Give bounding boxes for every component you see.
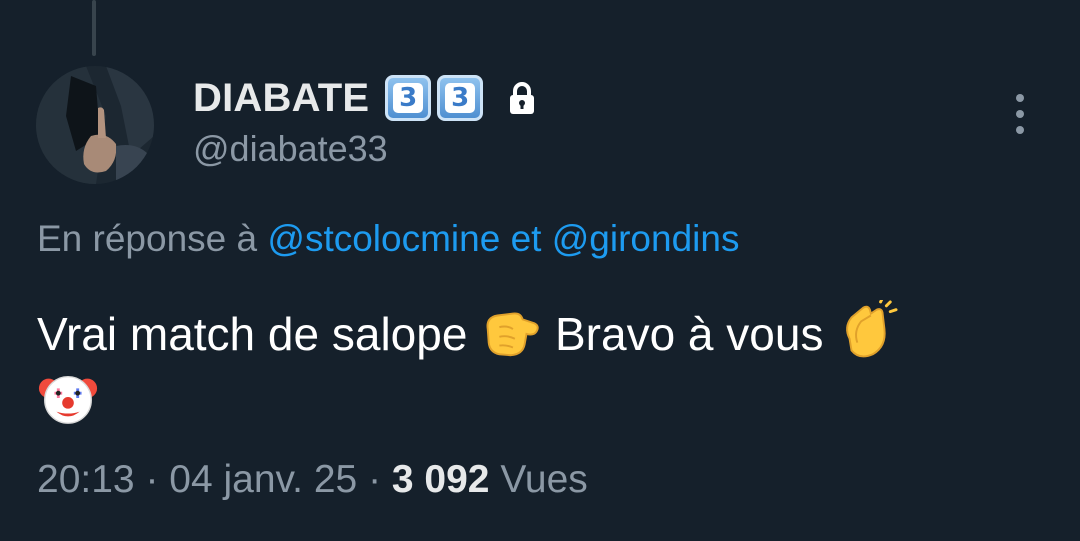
keycap-emojis: 3 3 xyxy=(385,75,484,121)
tweet-text-part1: Vrai match de salope xyxy=(37,308,468,360)
meta-separator: · xyxy=(145,458,159,501)
reply-mention-stcolocmine[interactable]: @stcolocmine xyxy=(267,218,500,259)
more-dot xyxy=(1016,126,1024,134)
reply-joiner: et xyxy=(510,218,542,259)
tweet-time[interactable]: 20:13 xyxy=(37,458,135,501)
reply-prefix: En réponse à xyxy=(37,218,258,259)
more-options-icon[interactable] xyxy=(1004,92,1036,136)
clown-face-icon xyxy=(38,375,98,424)
tweet-text: Vrai match de salope Bravo à vous xyxy=(37,300,1047,434)
keycap-3-icon: 3 xyxy=(385,75,432,121)
tweet-meta: 20:13 · 04 janv. 25 · 3 092 Vues xyxy=(37,458,588,502)
reply-mention-girondins[interactable]: @girondins xyxy=(552,218,740,259)
views-count: 3 092 xyxy=(391,458,490,501)
keycap-3-icon: 3 xyxy=(437,75,484,121)
thread-connector-line xyxy=(92,0,96,56)
clapping-hands-icon xyxy=(846,300,898,358)
display-name[interactable]: DIABATE xyxy=(193,76,369,121)
more-dot xyxy=(1016,110,1024,118)
views-label: Vues xyxy=(500,458,588,501)
more-dot xyxy=(1016,94,1024,102)
tweet-date[interactable]: 04 janv. 25 xyxy=(169,458,357,501)
lock-icon xyxy=(510,82,535,114)
tweet-text-part2: Bravo à vous xyxy=(554,308,824,360)
reply-context: En réponse à @stcolocmine et @girondins xyxy=(37,218,739,260)
avatar-image xyxy=(36,66,154,184)
backhand-index-pointing-icon xyxy=(486,312,539,357)
meta-separator: · xyxy=(368,458,382,501)
user-handle[interactable]: @diabate33 xyxy=(193,128,388,170)
avatar[interactable] xyxy=(36,66,154,184)
display-name-row: DIABATE 3 3 xyxy=(193,72,537,124)
